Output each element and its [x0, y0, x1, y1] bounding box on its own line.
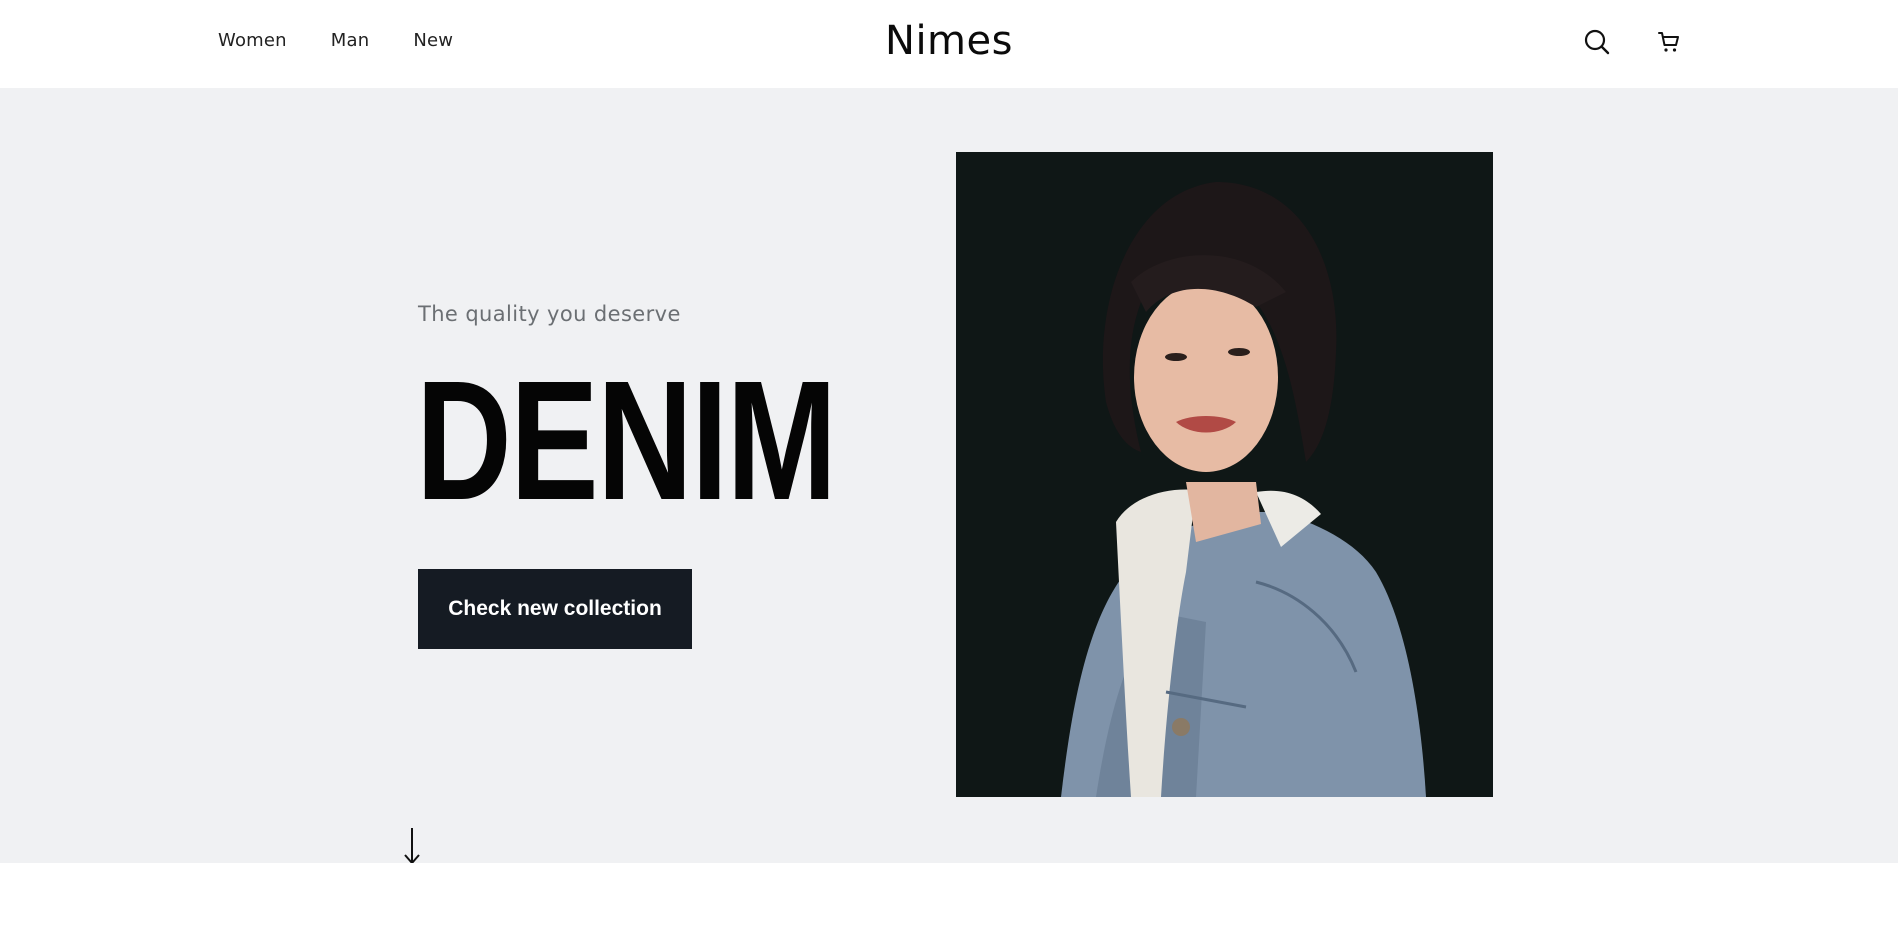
cart-button[interactable] — [1653, 26, 1685, 58]
top-navigation-bar: Women Man New Nimes — [0, 0, 1898, 88]
cart-icon — [1658, 32, 1679, 52]
search-button[interactable] — [1581, 26, 1613, 58]
hero-section: The quality you deserve DENIM Check new … — [0, 88, 1898, 866]
below-fold-area — [0, 863, 1898, 941]
check-new-collection-button[interactable]: Check new collection — [418, 569, 692, 649]
brand-logo[interactable]: Nimes — [0, 18, 1898, 64]
hero-tagline: The quality you deserve — [418, 302, 681, 326]
model-photo-illustration — [956, 152, 1493, 797]
hero-headline: DENIM — [416, 346, 837, 536]
down-arrow-icon — [404, 828, 420, 865]
scroll-down-button[interactable] — [401, 826, 423, 866]
search-icon — [1584, 29, 1610, 55]
hero-image — [956, 152, 1493, 797]
